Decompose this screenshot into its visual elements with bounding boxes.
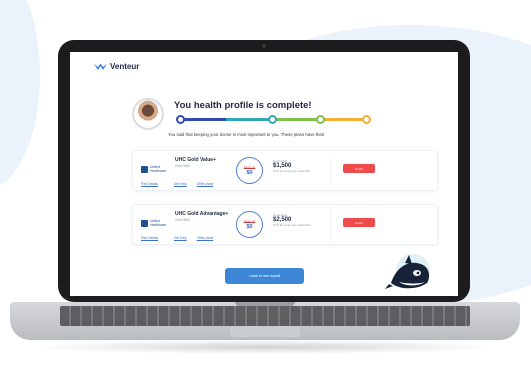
premium-badge: $380.00 $0 [236,211,263,238]
deductible-note: PCP $0 copay after deductible [273,223,311,227]
progress-segment-4 [320,118,368,121]
plan-type: Gold HMO [175,218,191,222]
other-plans-link[interactable]: Other plans [197,236,213,240]
progress-step-4 [362,115,371,124]
carrier-name: United Healthcare [150,219,167,227]
laptop-keyboard [60,306,470,326]
divider [330,155,331,188]
plan-details-link[interactable]: Plan Details [141,182,158,186]
enroll-button[interactable]: Enroll [343,218,375,227]
get-help-link[interactable]: Get Help [174,236,187,240]
carrier-logo-icon [141,166,148,174]
laptop-trackpad [230,326,300,337]
enroll-button[interactable]: Enroll [343,164,375,173]
venteur-logo[interactable]: Venteur [94,62,139,71]
plan-card: United Healthcare UHC Gold Value+ Gold H… [132,150,438,191]
plan-name: UHC Gold Value+ [175,157,216,163]
progress-segment-2 [226,118,272,121]
progress-step-1 [176,115,185,124]
premium-badge: $380.00 $0 [236,157,263,184]
see-myself-button[interactable]: I want to see myself [225,268,304,284]
premium-new: $0 [246,223,253,230]
page-title: You health profile is complete! [174,100,312,111]
progress-step-3 [316,115,325,124]
carrier: United Healthcare [141,165,172,174]
carrier-logo-icon [141,220,148,228]
scene: Venteur You health profile is complete! … [0,0,531,372]
laptop-shadow [30,340,500,354]
carrier-name: United Healthcare [150,165,167,173]
background-blob-left [0,0,40,190]
plan-name: UHC Gold Advantage+ [175,211,229,217]
brand-name: Venteur [110,62,140,71]
plan-details-link[interactable]: Plan Details [141,236,158,240]
avatar [132,98,164,130]
plan-card: United Healthcare UHC Gold Advantage+ Go… [132,204,438,245]
plan-links: Plan Details Get Help Other plans [141,236,213,240]
profile-hero: You health profile is complete! [132,98,371,130]
progress-step-2 [268,115,277,124]
progress-segment-3 [272,118,320,121]
deductible: Deductible $2,500 PCP $0 copay after ded… [273,213,311,227]
progress-segment-1 [180,118,226,121]
webcam [262,44,266,48]
premium-new: $0 [246,169,253,176]
plan-type: Gold HMO [175,164,191,168]
plan-links: Plan Details Get Help Other plans [141,182,213,186]
other-plans-link[interactable]: Other plans [197,182,213,186]
deductible: Deductible $1,500 PCP $0 copay after ded… [273,159,311,173]
page-subtitle: You said that keeping your doctor is mos… [168,132,325,137]
get-help-link[interactable]: Get Help [174,182,187,186]
carrier: United Healthcare [141,219,172,228]
divider [330,209,331,242]
deductible-note: PCP $0 copay after deductible [273,169,311,173]
profile-progress [176,115,372,125]
mascot-icon [385,254,430,289]
venteur-logo-icon [94,63,107,71]
